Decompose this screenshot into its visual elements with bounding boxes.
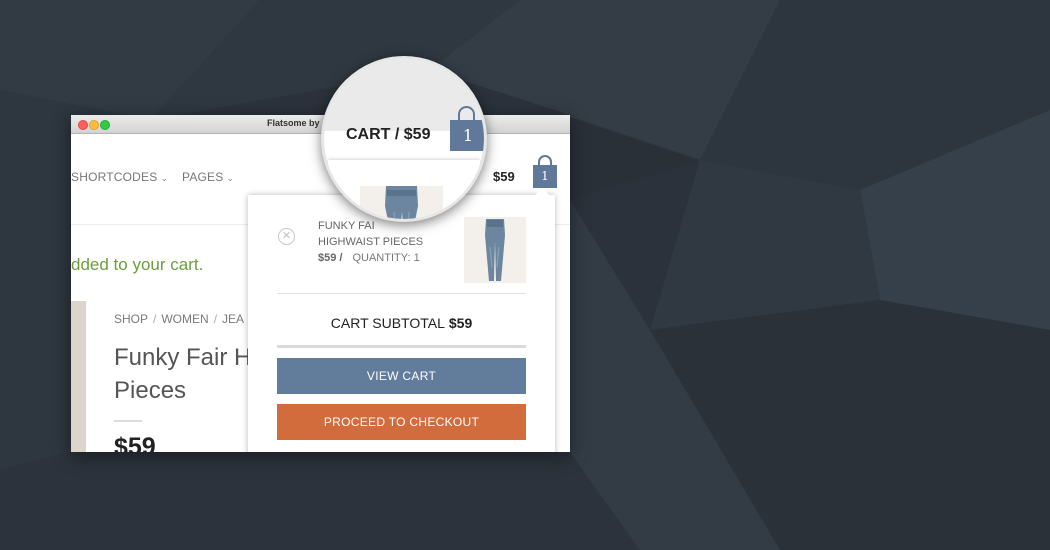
nav-item-label: PAGES [182, 170, 224, 184]
cart-item-price: $59 / [318, 252, 343, 264]
cart-item-name[interactable]: FUNKY FAI HIGHWAIST PIECES [318, 218, 468, 250]
product-title: Funky Fair H Pieces [114, 341, 251, 407]
magnified-item-image [360, 186, 443, 219]
remove-item-icon[interactable]: ✕ [278, 228, 295, 245]
title-divider [114, 420, 142, 422]
breadcrumb-women[interactable]: WOMEN [161, 312, 208, 326]
cart-item-quantity: QUANTITY: 1 [352, 252, 420, 264]
breadcrumb-shop[interactable]: SHOP [114, 312, 148, 326]
product-price: $59 [114, 433, 156, 452]
zoom-window-icon[interactable] [100, 120, 110, 130]
magnified-cart-count: 1 [450, 120, 484, 151]
cart-item-meta: $59 / QUANTITY: 1 [318, 252, 420, 264]
magnifier-callout: CART / $59 1 [321, 56, 487, 222]
added-to-cart-notice: dded to your cart. [71, 255, 204, 274]
product-title-line1: Funky Fair H [114, 344, 252, 371]
nav-item-pages[interactable]: PAGES ⌄ [182, 170, 234, 184]
product-image-edge [71, 301, 86, 452]
subtotal-label: CART SUBTOTAL [330, 315, 445, 331]
product-title-line2: Pieces [114, 377, 187, 404]
cart-bag-icon[interactable]: 1 [533, 155, 557, 189]
cart-count-badge: 1 [533, 165, 557, 188]
subtotal-divider [277, 345, 526, 348]
magnified-cart-label[interactable]: CART / $59 [346, 126, 430, 144]
chevron-down-icon: ⌄ [226, 173, 235, 183]
nav-item-shortcodes[interactable]: SHORTCODES ⌄ [71, 170, 168, 184]
nav-item-label: SHORTCODES [71, 170, 158, 184]
header-cart-price[interactable]: $59 [493, 169, 515, 184]
chevron-down-icon: ⌄ [160, 173, 169, 183]
window-title: Flatsome by [267, 118, 320, 128]
cart-subtotal: CART SUBTOTAL $59 [277, 315, 526, 331]
view-cart-button[interactable]: VIEW CART [277, 358, 526, 394]
checkout-button[interactable]: PROCEED TO CHECKOUT [277, 404, 526, 440]
browser-window: Flatsome by SHORTCODES ⌄ PAGES ⌄ $59 1 dde… [71, 115, 570, 452]
subtotal-amount: $59 [448, 315, 473, 331]
breadcrumb-jeans[interactable]: JEA [222, 312, 244, 326]
magnified-cart-bag-icon[interactable]: 1 [450, 106, 484, 152]
cart-divider [277, 293, 526, 294]
mini-cart-dropdown: ✕ FUNKY FAI HIGHWAIST PIECES $59 / QUANTI… [248, 188, 555, 452]
close-window-icon[interactable] [78, 120, 88, 130]
cart-item-image[interactable] [464, 217, 526, 283]
cart-item-name-line2: HIGHWAIST PIECES [318, 236, 424, 248]
minimize-window-icon[interactable] [89, 120, 99, 130]
breadcrumb: SHOP / WOMEN / JEA [114, 312, 245, 326]
